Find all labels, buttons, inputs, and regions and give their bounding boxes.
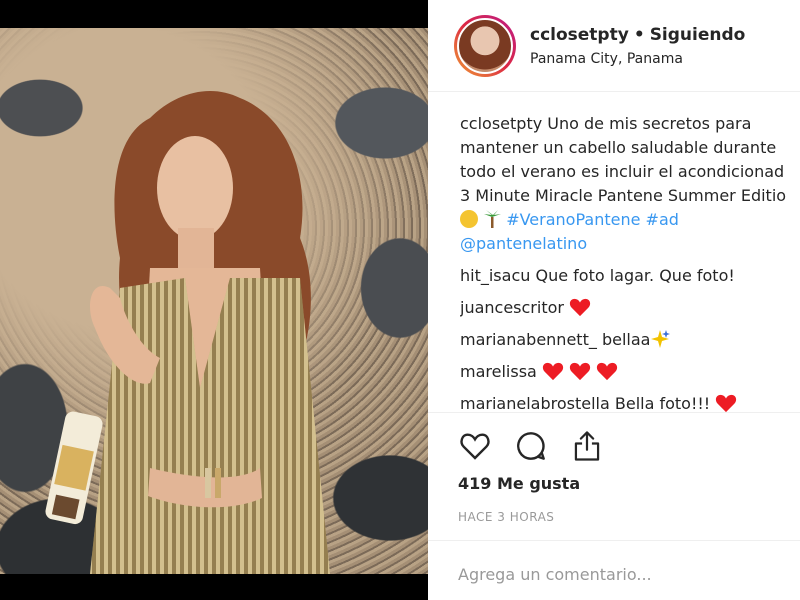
red-heart-emoji-icon [569,298,591,317]
caption-line-3: todo el verano es incluir el acondiciona… [460,162,785,181]
photo-illustration [45,90,330,574]
comment-item: hit_isacu Que foto lagar. Que foto! [460,264,800,288]
comment-item: juancescritor [460,296,800,320]
post-photo[interactable] [0,28,428,574]
comment-bubble-icon [517,432,545,460]
post-sidebar: cclosetpty • Siguiendo Panama City, Panama… [428,0,800,600]
sparkles-emoji-icon [651,330,671,348]
like-button[interactable] [458,429,492,463]
comment-item: marianelabrostella Bella foto!!! [460,392,800,412]
comment-username[interactable]: juancescritor [460,298,564,317]
share-upload-icon [574,431,600,461]
comment-text: Que foto lagar. Que foto! [535,266,735,285]
red-heart-emoji-icon [569,362,591,381]
hashtag-veranopantene-link[interactable]: #VeranoPantene [506,210,640,229]
follow-status-button[interactable]: Siguiendo [650,25,746,45]
hashtag-ad-link[interactable]: #ad [646,210,679,229]
caption-line-1: Uno de mis secretos para [547,114,752,133]
caption-line-2: mantener un cabello saludable durante [460,138,777,157]
post-timestamp: HACE 3 HORAS [458,510,555,524]
likes-count[interactable]: 419 Me gusta [458,474,580,493]
header-line: cclosetpty • Siguiendo [530,25,745,45]
comment-text: bellaa [601,330,651,349]
red-heart-emoji-icon [542,362,564,381]
add-comment-input[interactable] [458,565,778,584]
comment-username[interactable]: hit_isacu [460,266,530,285]
comments-list[interactable]: cclosetpty Uno de mis secretos para mant… [460,112,800,412]
post-header: cclosetpty • Siguiendo Panama City, Panama [428,0,800,92]
sunglasses-emoji-icon [460,210,478,228]
comment-text: Bella foto!!! [614,394,711,412]
red-heart-emoji-icon [716,394,737,412]
avatar[interactable] [454,14,516,77]
caption: cclosetpty Uno de mis secretos para mant… [460,112,800,256]
mention-pantenelatino-link[interactable]: @pantenelatino [460,234,587,253]
comment-username[interactable]: marianabennett_ [460,330,597,349]
caption-username[interactable]: cclosetpty [460,114,542,133]
caption-line-4: 3 Minute Miracle Pantene Summer Editio [460,186,787,205]
comment-button[interactable] [514,429,548,463]
comment-username[interactable]: marelissa [460,362,537,381]
separator-dot: • [633,24,645,45]
avatar-image [457,17,513,74]
add-comment-area [428,540,800,600]
heart-outline-icon [460,433,490,460]
header-text: cclosetpty • Siguiendo Panama City, Panama [530,25,745,67]
comment-item: marelissa [460,360,800,384]
action-bar [428,412,800,463]
comment-item: marianabennett_ bellaa [460,328,800,352]
photo-panel [0,0,428,600]
location-link[interactable]: Panama City, Panama [530,51,745,67]
red-heart-emoji-icon [596,362,618,381]
action-icons [458,429,800,463]
share-button[interactable] [570,429,604,463]
palm-tree-emoji-icon [484,210,502,228]
comment-username[interactable]: marianelabrostella [460,394,610,412]
username-link[interactable]: cclosetpty [530,25,629,45]
